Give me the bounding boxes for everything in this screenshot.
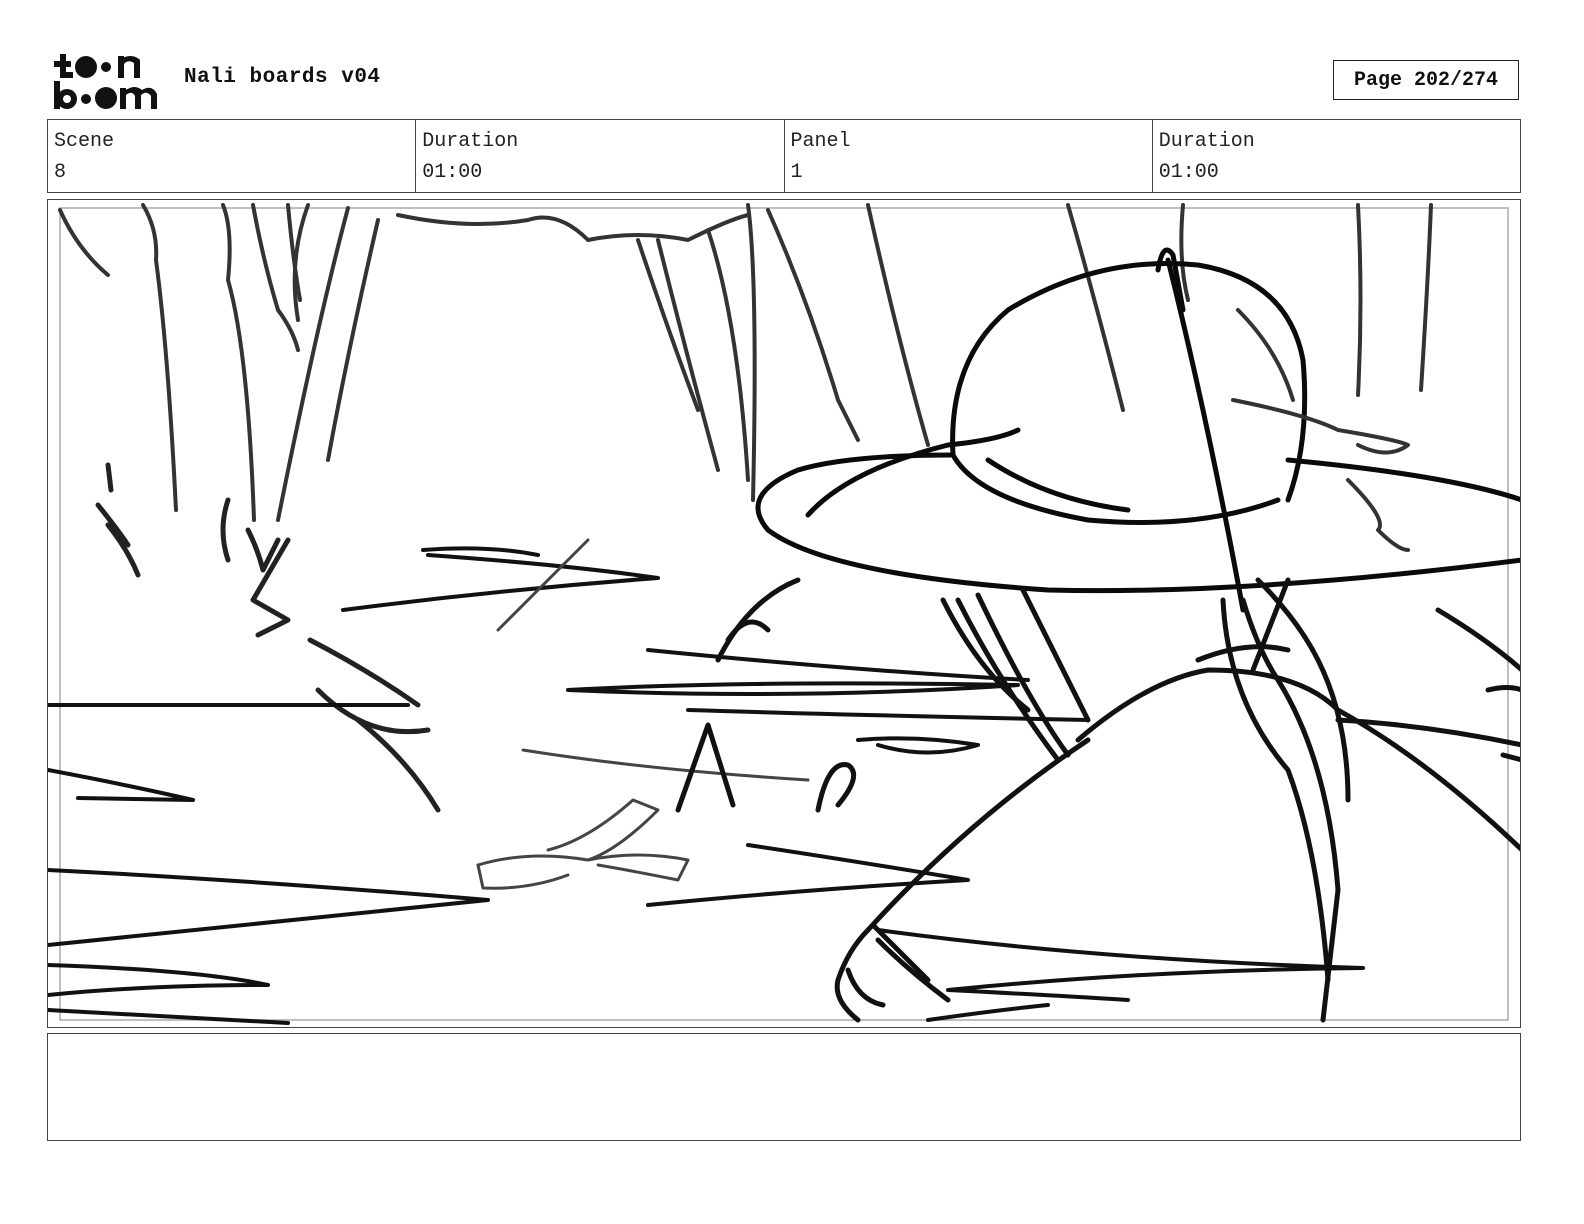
panel-value: 1 — [790, 161, 803, 184]
document-title: Nali boards v04 — [184, 66, 381, 89]
panel-notes-box — [47, 1033, 1521, 1141]
scene-info-row: Scene 8 Duration 01:00 Panel 1 Duration … — [47, 119, 1521, 193]
panel-duration-cell: Duration 01:00 — [1153, 120, 1520, 192]
scene-duration-value: 01:00 — [422, 161, 483, 184]
panel-duration-label: Duration — [1158, 130, 1255, 153]
panel-sketch — [48, 203, 1520, 1025]
scene-value: 8 — [54, 161, 67, 184]
page-indicator: Page 202/274 — [1333, 60, 1519, 100]
scene-label: Scene — [54, 130, 115, 153]
toon-boom-logo — [52, 50, 164, 112]
storyboard-panel — [47, 199, 1521, 1028]
scene-duration-cell: Duration 01:00 — [416, 120, 785, 192]
panel-duration-value: 01:00 — [1158, 161, 1219, 184]
panel-cell: Panel 1 — [785, 120, 1153, 192]
scene-duration-label: Duration — [422, 130, 519, 153]
panel-label: Panel — [790, 130, 851, 153]
scene-cell: Scene 8 — [48, 120, 417, 192]
